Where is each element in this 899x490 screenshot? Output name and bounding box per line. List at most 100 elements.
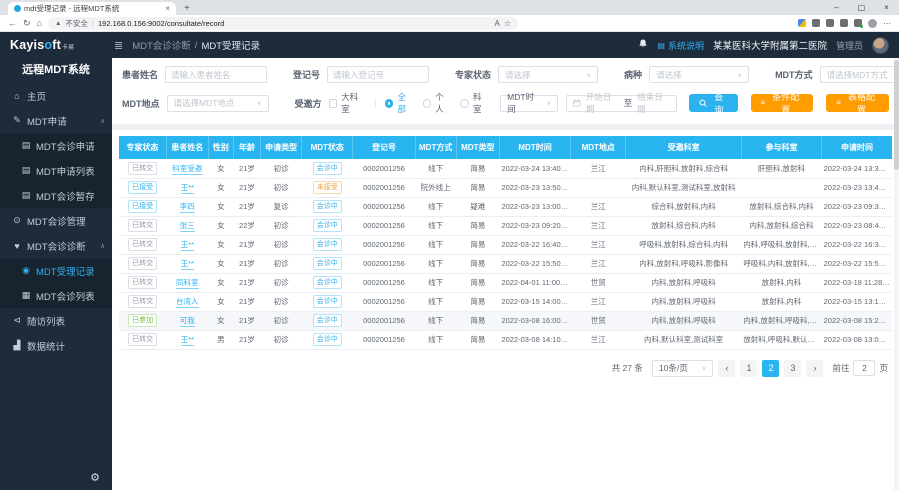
big-dept-checkbox-label[interactable]: 大科室 bbox=[341, 91, 366, 115]
table-row[interactable]: 已转交王**女21岁初诊会诊中0002001256线下简易2022-03-22 … bbox=[119, 254, 892, 273]
search-button[interactable]: 查询 bbox=[689, 94, 737, 112]
big-dept-checkbox[interactable] bbox=[329, 99, 338, 108]
url-text: 192.168.0.156:9002/consultate/record bbox=[98, 19, 224, 28]
patient-name-link[interactable]: 张三 bbox=[180, 221, 195, 232]
user-avatar[interactable] bbox=[872, 37, 889, 54]
page-size-value: 10条/页 bbox=[659, 362, 688, 374]
sidebar-item-mdt-consult-draft[interactable]: ▤MDT会诊暂存 bbox=[0, 183, 112, 208]
radio-全部[interactable] bbox=[385, 99, 394, 108]
tab-close-icon[interactable]: × bbox=[165, 4, 170, 13]
cell-mdt_status: 会诊中 bbox=[302, 159, 353, 178]
disease-select[interactable]: 请选择 ∨ bbox=[649, 66, 749, 83]
security-label: 不安全 bbox=[65, 18, 88, 29]
sidebar-item-home[interactable]: ⌂主页 bbox=[0, 83, 112, 108]
next-page-button[interactable]: › bbox=[806, 360, 823, 377]
goto-page-input[interactable] bbox=[853, 360, 875, 376]
settings-gear-icon[interactable]: ⚙ bbox=[90, 471, 100, 484]
bookmark-star-icon[interactable]: ☆ bbox=[504, 19, 511, 28]
patient-name-link[interactable]: 王** bbox=[181, 183, 194, 194]
browser-tab[interactable]: mdt受理记录 - 远程MDT系统 × bbox=[8, 2, 176, 15]
scrollbar-thumb[interactable] bbox=[894, 60, 899, 170]
table-row[interactable]: 已转交台湾人女21岁初诊会诊中0002001256线下简易2022-03-15 … bbox=[119, 292, 892, 311]
extension-icon[interactable] bbox=[812, 19, 820, 27]
cell-mdt_place: 世贸 bbox=[571, 311, 626, 330]
page-button-2[interactable]: 2 bbox=[762, 360, 779, 377]
close-button[interactable]: × bbox=[874, 0, 899, 15]
page-button-3[interactable]: 3 bbox=[784, 360, 801, 377]
table-row[interactable]: 已转交王**女21岁初诊会诊中0002001256线下简易2022-03-22 … bbox=[119, 235, 892, 254]
extension-icon[interactable] bbox=[854, 19, 862, 27]
browser-address-bar: ← ↻ ⌂ ▲ 不安全 | 192.168.0.156:9002/consult… bbox=[0, 15, 899, 32]
minimize-button[interactable]: – bbox=[824, 0, 849, 15]
reload-icon[interactable]: ↻ bbox=[23, 18, 31, 29]
radio-label[interactable]: 全部 bbox=[397, 91, 413, 115]
table-row[interactable]: 已转交同科室女21岁初诊会诊中0002001256线下简易2022-04-01 … bbox=[119, 273, 892, 292]
mdt-mode-label: MDT方式 bbox=[775, 68, 813, 81]
table-config-button[interactable]: ≡ 表格配置 bbox=[826, 94, 889, 112]
radio-label[interactable]: 个人 bbox=[435, 91, 451, 115]
patient-name-link[interactable]: 李四 bbox=[180, 202, 195, 213]
scrollbar[interactable] bbox=[894, 58, 899, 490]
sidebar-item-mdt-record[interactable]: ◉MDT受理记录 bbox=[0, 258, 112, 283]
sidebar-item-mdt-consult-diagnosis[interactable]: ♥MDT会诊诊断∧ bbox=[0, 233, 112, 258]
sidebar-item-mdt-apply[interactable]: ✎MDT申请∧ bbox=[0, 108, 112, 133]
mdt-mode-select[interactable]: 请选择MDT方式 ∨ bbox=[820, 66, 899, 83]
cell-name: 台湾人 bbox=[166, 292, 208, 311]
patient-name-link[interactable]: 王** bbox=[181, 335, 194, 346]
table-row[interactable]: 已接受李四女21岁复诊会诊中0002001256线下疑难2022-03-23 1… bbox=[119, 197, 892, 216]
patient-name-link[interactable]: 可我 bbox=[180, 316, 195, 327]
sidebar-item-mdt-consult-manage[interactable]: ⊙MDT会诊管理 bbox=[0, 208, 112, 233]
reg-no-input[interactable] bbox=[327, 66, 429, 83]
table-row[interactable]: 已转交张三女22岁初诊会诊中0002001256线下简易2022-03-23 0… bbox=[119, 216, 892, 235]
sidebar-item-mdt-consult-apply[interactable]: ▤MDT会诊申请 bbox=[0, 133, 112, 158]
date-range-input[interactable]: 开始日期 至 结束日期 bbox=[566, 95, 677, 112]
cell-age: 21岁 bbox=[233, 159, 260, 178]
extension-icon[interactable] bbox=[840, 19, 848, 27]
prev-page-button[interactable]: ‹ bbox=[718, 360, 735, 377]
sidebar-item-label: MDT会诊诊断 bbox=[27, 239, 86, 253]
table-row[interactable]: 已转交科室受邀女21岁初诊会诊中0002001256线下简易2022-03-24… bbox=[119, 159, 892, 178]
app-topbar: Kayisoft卡易 ≣ MDT会诊诊断 / MDT受理记录 ▤ 系统说明 某某… bbox=[0, 32, 899, 58]
mdt-time-select[interactable]: MDT时间 ∨ bbox=[500, 95, 558, 112]
notification-bell-icon[interactable] bbox=[638, 36, 648, 54]
restore-button[interactable]: ▢ bbox=[849, 0, 874, 15]
table-row[interactable]: 已转交王**男21岁初诊会诊中0002001256线下简易2022-03-08 … bbox=[119, 330, 892, 349]
sidebar-item-mdt-apply-list[interactable]: ▤MDT申请列表 bbox=[0, 158, 112, 183]
sidebar-collapse-icon[interactable]: ≣ bbox=[114, 39, 123, 52]
table-row[interactable]: 已接受王**女21岁初诊未接受0002001256院外线上简易2022-03-2… bbox=[119, 178, 892, 197]
patient-name-link[interactable]: 王** bbox=[181, 240, 194, 251]
breadcrumb-parent[interactable]: MDT会诊诊断 bbox=[132, 38, 191, 52]
expert-status-select[interactable]: 请选择 ∨ bbox=[498, 66, 598, 83]
sidebar-item-mdt-consult-list[interactable]: ▦MDT会诊列表 bbox=[0, 283, 112, 308]
condition-config-button[interactable]: ≡ 条件配置 bbox=[751, 94, 814, 112]
page-size-select[interactable]: 10条/页 ∨ bbox=[652, 360, 714, 377]
patient-name-input[interactable] bbox=[165, 66, 267, 83]
extension-icon[interactable] bbox=[798, 19, 806, 27]
home-icon[interactable]: ⌂ bbox=[37, 18, 42, 28]
patient-name-link[interactable]: 王** bbox=[181, 259, 194, 270]
table-row[interactable]: 已参加可我女21岁初诊会诊中0002001256线下简易2022-03-08 1… bbox=[119, 311, 892, 330]
browser-profile-avatar[interactable] bbox=[868, 19, 877, 28]
page-button-1[interactable]: 1 bbox=[740, 360, 757, 377]
sidebar-item-followup-list[interactable]: ⊲随访列表 bbox=[0, 308, 112, 333]
new-tab-button[interactable]: + bbox=[184, 2, 190, 15]
browser-menu-icon[interactable]: ⋯ bbox=[883, 19, 891, 28]
mdt-place-select[interactable]: 请选择MDT地点 ∨ bbox=[167, 95, 269, 112]
read-aloud-icon[interactable]: A bbox=[494, 19, 499, 28]
cell-apply_type: 初诊 bbox=[261, 235, 302, 254]
patient-name-link[interactable]: 同科室 bbox=[176, 278, 199, 289]
url-field[interactable]: ▲ 不安全 | 192.168.0.156:9002/consultate/re… bbox=[48, 17, 518, 30]
radio-label[interactable]: 科室 bbox=[473, 91, 489, 115]
patient-name-link[interactable]: 台湾人 bbox=[176, 297, 199, 308]
system-help-link[interactable]: ▤ 系统说明 bbox=[657, 39, 704, 52]
back-icon[interactable]: ← bbox=[8, 18, 17, 28]
status-badge: 会诊中 bbox=[313, 333, 342, 346]
status-badge: 会诊中 bbox=[313, 314, 342, 327]
sidebar-item-statistics[interactable]: ▟数据统计 bbox=[0, 333, 112, 358]
radio-个人[interactable] bbox=[423, 99, 432, 108]
radio-科室[interactable] bbox=[460, 99, 469, 108]
search-button-label: 查询 bbox=[710, 90, 728, 116]
patient-name-link[interactable]: 科室受邀 bbox=[172, 164, 202, 175]
extension-icon[interactable] bbox=[826, 19, 834, 27]
status-badge: 已接受 bbox=[128, 181, 157, 194]
